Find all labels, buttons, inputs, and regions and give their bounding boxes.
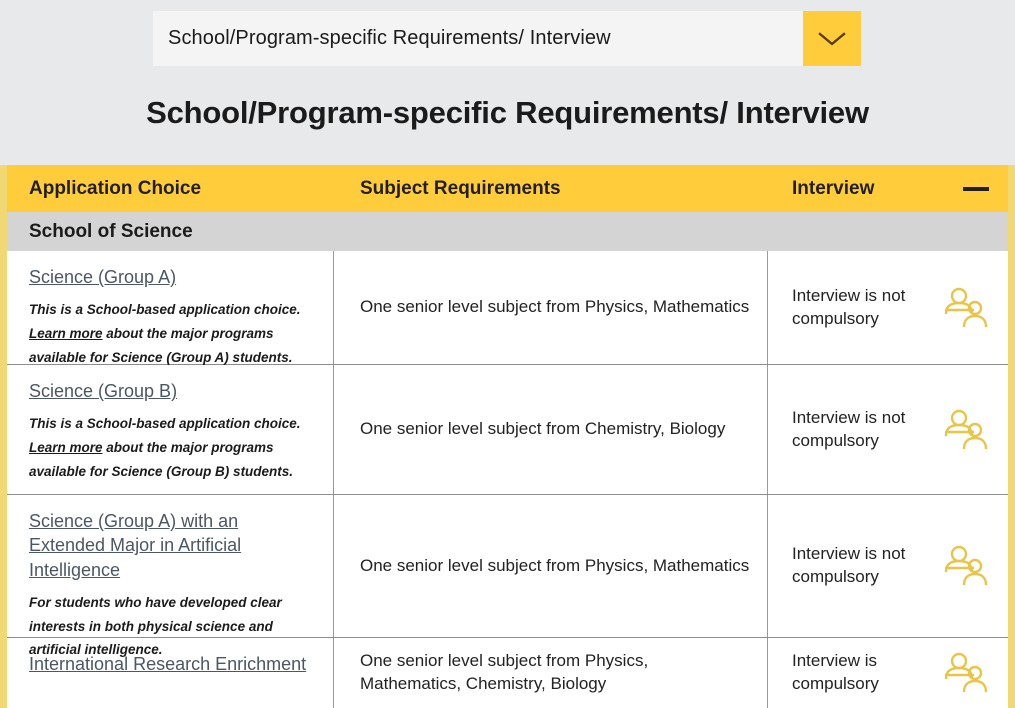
cell-subject-requirements: One senior level subject from Physics, M… — [334, 638, 768, 708]
learn-more-link[interactable]: Learn more — [29, 440, 103, 455]
column-header-subject-requirements: Subject Requirements — [360, 177, 561, 199]
application-choice-description: This is a School-based application choic… — [29, 412, 317, 483]
interview-status-text: Interview is not compulsory — [792, 544, 906, 586]
table-row: Science (Group A) This is a School-based… — [7, 251, 1008, 365]
requirements-table: Application Choice Subject Requirements … — [0, 165, 1015, 708]
learn-more-link[interactable]: Learn more — [29, 326, 103, 341]
table-row: Science (Group A) with an Extended Major… — [7, 495, 1008, 657]
application-choice-link[interactable]: Science (Group A) — [29, 265, 176, 289]
cell-application-choice: Science (Group A) This is a School-based… — [7, 251, 334, 365]
section-selector-toggle[interactable] — [803, 11, 861, 66]
application-choice-link[interactable]: International Research Enrichment — [29, 652, 306, 676]
cell-interview: Interview is compulsory — [768, 638, 1008, 708]
page-title: School/Program-specific Requirements/ In… — [146, 95, 869, 130]
cell-application-choice: International Research Enrichment — [7, 638, 334, 708]
minus-icon — [963, 186, 989, 191]
cell-subject-requirements: One senior level subject from Physics, M… — [334, 495, 768, 637]
table-row: Science (Group B) This is a School-based… — [7, 365, 1008, 495]
people-icon — [944, 287, 988, 327]
cell-application-choice: Science (Group B) This is a School-based… — [7, 365, 334, 494]
people-icon — [944, 409, 988, 449]
interview-status-text: Interview is not compulsory — [792, 285, 906, 328]
collapse-section-button[interactable] — [962, 179, 990, 199]
interview-status-text: Interview is not compulsory — [792, 407, 906, 450]
cell-subject-requirements: One senior level subject from Physics, M… — [334, 251, 768, 364]
cell-application-choice: Science (Group A) with an Extended Major… — [7, 495, 334, 657]
cell-subject-requirements: One senior level subject from Chemistry,… — [334, 365, 768, 494]
people-icon — [944, 545, 988, 586]
application-choice-link[interactable]: Science (Group B) — [29, 379, 177, 403]
description-text-before: This is a School-based application choic… — [29, 416, 301, 432]
group-header-school-of-science: School of Science — [7, 212, 1008, 251]
cell-interview: Interview is not compulsory — [768, 495, 1008, 637]
description-text-before: This is a School-based application choic… — [29, 302, 301, 318]
cell-interview: Interview is not compulsory — [768, 365, 1008, 494]
application-choice-description: This is a School-based application choic… — [29, 298, 317, 369]
column-header-application-choice: Application Choice — [29, 177, 202, 199]
cell-interview: Interview is not compulsory — [768, 251, 1008, 364]
application-choice-link[interactable]: Science (Group A) with an Extended Major… — [29, 509, 317, 582]
table-row: International Research Enrichment One se… — [7, 638, 1008, 708]
table-header-row: Application Choice Subject Requirements … — [7, 165, 1008, 212]
chevron-down-icon — [818, 31, 846, 46]
people-icon — [944, 652, 988, 693]
interview-status-text: Interview is compulsory — [792, 651, 879, 693]
section-selector[interactable]: School/Program-specific Requirements/ In… — [153, 11, 861, 66]
section-selector-value[interactable]: School/Program-specific Requirements/ In… — [153, 11, 803, 66]
